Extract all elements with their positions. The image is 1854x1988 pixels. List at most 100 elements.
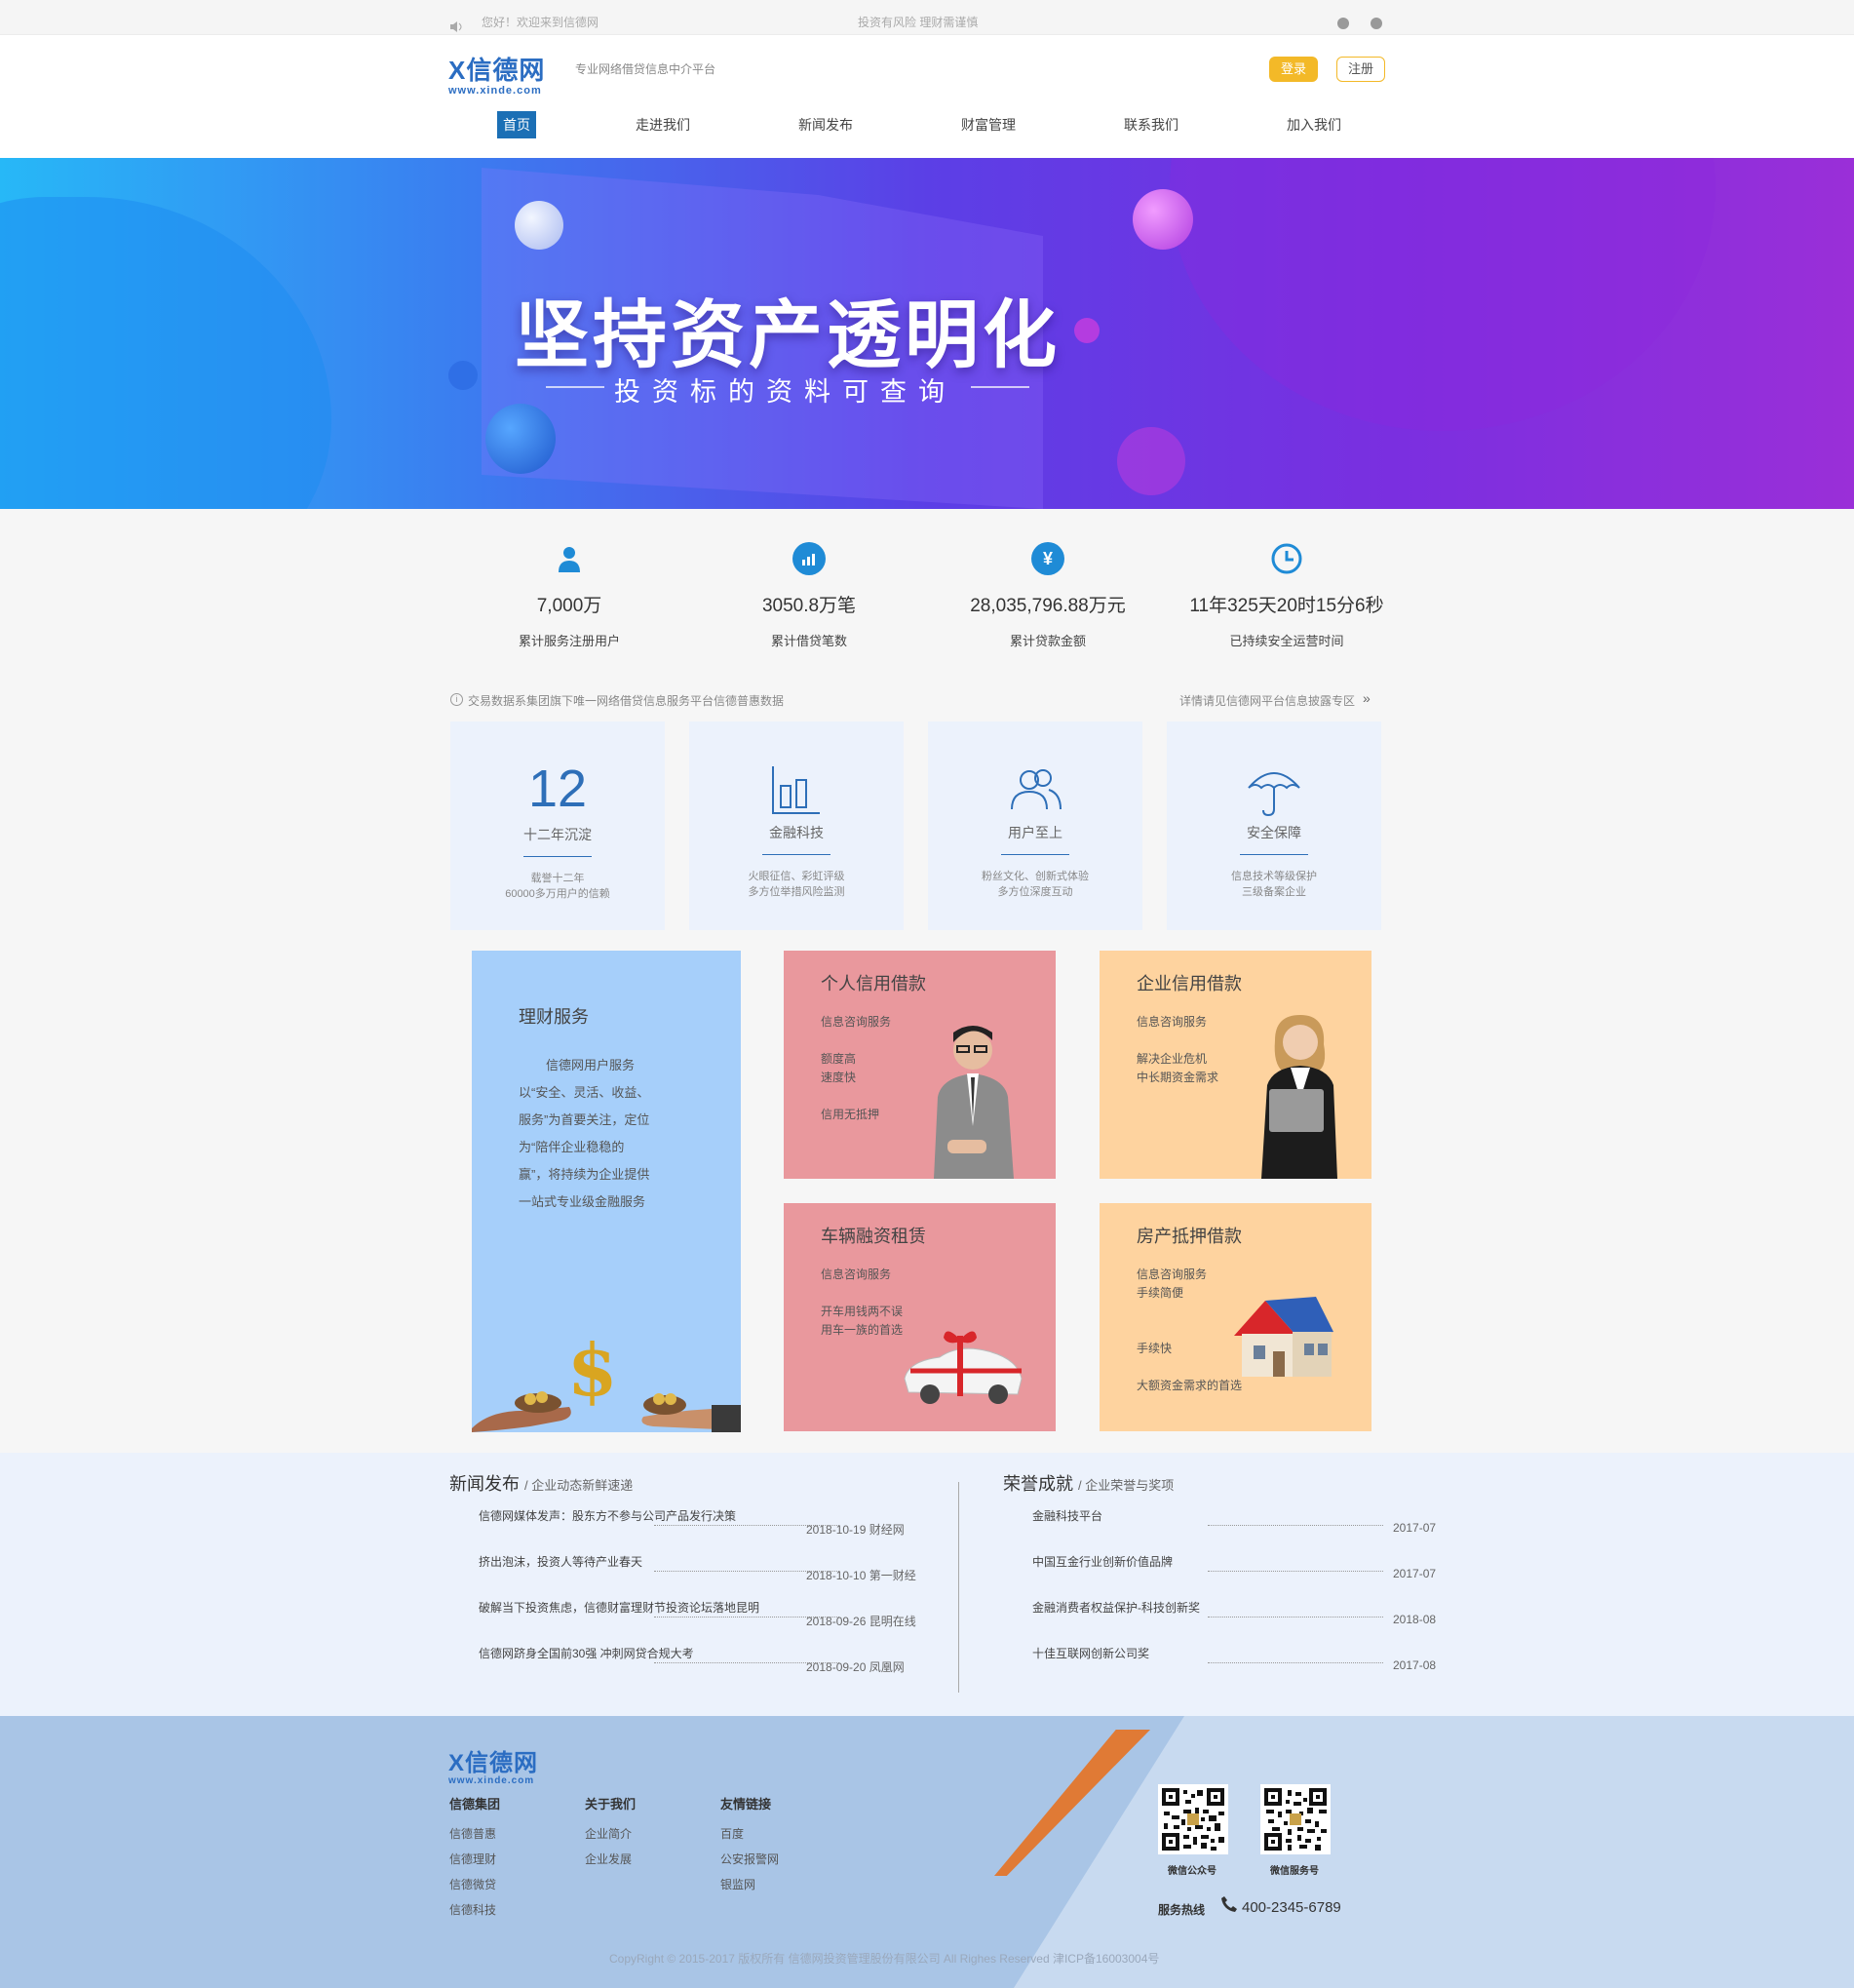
footer-link[interactable]: 信德理财 (449, 1851, 496, 1867)
honors-heading: 荣誉成就 / 企业荣誉与奖项 (1003, 1474, 1175, 1494)
svg-text:$: $ (567, 1341, 618, 1413)
nav-news[interactable]: 新闻发布 (798, 111, 853, 138)
honor-title[interactable]: 十佳互联网创新公司奖 (1032, 1645, 1149, 1661)
news-title[interactable]: 破解当下投资焦虑，信德财富理财节投资论坛落地昆明 (479, 1599, 759, 1616)
service-enterprise-loan[interactable]: 企业信用借款 信息咨询服务 解决企业危机 中长期资金需求 (1100, 951, 1371, 1179)
stat-value: 3050.8万笔 (761, 596, 857, 616)
service-personal-loan[interactable]: 个人信用借款 信息咨询服务 额度高 速度快 信用无抵押 (784, 951, 1056, 1179)
info-icon: i (450, 693, 463, 706)
news-item[interactable]: 挤出泡沫，投资人等待产业春天 2018-10-10 第一财经 (449, 1553, 916, 1592)
footer-link[interactable]: 信德微贷 (449, 1876, 496, 1892)
service-line: 手续简便 (1137, 1286, 1184, 1300)
speaker-icon (450, 19, 464, 32)
news-item[interactable]: 破解当下投资焦虑，信德财富理财节投资论坛落地昆明 2018-09-26 昆明在线 (449, 1599, 916, 1638)
hotline-label: 服务热线 (1158, 1903, 1206, 1917)
stat-value: 28,035,796.88万元 (970, 596, 1126, 616)
businessman-illustration (920, 1019, 1037, 1179)
gift-car-illustration (901, 1328, 1027, 1412)
news-meta: 2018-09-20 凤凰网 (806, 1660, 905, 1674)
footer-link[interactable]: 信德普惠 (449, 1825, 496, 1842)
bar-chart-icon (769, 764, 824, 817)
stat-value: 7,000万 (536, 596, 602, 616)
footer-link[interactable]: 企业发展 (585, 1851, 632, 1867)
banner-shape (1170, 158, 1716, 431)
double-chevron-icon[interactable]: » (1363, 690, 1371, 706)
disclosure-link[interactable]: 详情请见信德网平台信息披露专区 (1179, 692, 1355, 709)
service-line: 速度快 (821, 1071, 857, 1084)
service-vehicle-lease[interactable]: 车辆融资租赁 信息咨询服务 开车用钱两不误 用车一族的首选 (784, 1203, 1056, 1431)
footer-link[interactable]: 企业简介 (585, 1825, 632, 1842)
logo-url: www.xinde.com (448, 85, 542, 97)
service-desc: 信德网用户服务 以“安全、灵活、收益、 服务”为首要关注，定位 为“陪伴企业稳稳… (519, 1058, 650, 1209)
banner-bubble (485, 404, 556, 474)
users-icon (1008, 764, 1062, 817)
feature-experience: 12 十二年沉淀 载誉十二年 60000多万用户的信赖 (450, 721, 665, 930)
news-meta: 2018-09-26 昆明在线 (806, 1615, 916, 1628)
footer-link[interactable]: 信德科技 (449, 1901, 496, 1918)
qr-caption: 微信服务号 (1270, 1866, 1319, 1877)
news-title[interactable]: 信德网跻身全国前30强 冲刺网贷合规大考 (479, 1645, 694, 1661)
login-button[interactable]: 登录 (1269, 57, 1318, 82)
news-item[interactable]: 信德网跻身全国前30强 冲刺网贷合规大考 2018-09-20 凤凰网 (449, 1645, 905, 1684)
dotted-leader (1208, 1662, 1383, 1663)
stat-uptime: 11年325天20时15分6秒 已持续安全运营时间 (1179, 542, 1394, 649)
banner-title: 坚持资产透明化 (515, 292, 1061, 378)
service-line: 信息咨询服务 (1137, 1015, 1208, 1029)
honor-date: 2017-07 (1393, 1567, 1437, 1580)
news-heading: 新闻发布 / 企业动态新鲜速递 (449, 1474, 634, 1494)
news-title[interactable]: 挤出泡沫，投资人等待产业春天 (479, 1553, 642, 1570)
news-meta: 2018-10-19 财经网 (806, 1523, 905, 1537)
weibo-icon[interactable] (1337, 18, 1349, 29)
umbrella-icon (1247, 764, 1301, 817)
qr-code-icon (1260, 1784, 1331, 1854)
banner-subtitle: 投资标的资料可查询 (614, 377, 956, 407)
nav-wealth[interactable]: 财富管理 (961, 111, 1016, 138)
feature-desc: 火眼征信、彩虹评级 多方位举措风险监测 (748, 871, 845, 898)
banner-bubble (515, 201, 563, 250)
news-title[interactable]: 信德网媒体发声：股东方不参与公司产品发行决策 (479, 1507, 736, 1524)
service-wealth[interactable]: 理财服务 信德网用户服务 以“安全、灵活、收益、 服务”为首要关注，定位 为“陪… (472, 951, 741, 1432)
banner-bubble (1133, 189, 1193, 250)
banner-shape (0, 197, 331, 509)
service-line: 中长期资金需求 (1137, 1071, 1219, 1084)
info-text: 交易数据系集团旗下唯一网络借贷信息服务平台信德普惠数据 (468, 694, 785, 708)
honor-item[interactable]: 金融消费者权益保护-科技创新奖 2018-08 (1003, 1599, 1451, 1638)
footer-logo[interactable]: X信德网 www.xinde.com (448, 1743, 538, 1786)
footer-link[interactable]: 银监网 (720, 1876, 755, 1892)
honor-title[interactable]: 金融消费者权益保护-科技创新奖 (1032, 1599, 1200, 1616)
hero-banner[interactable]: 坚持资产透明化 投资标的资料可查询 (0, 158, 1854, 509)
feature-title: 安全保障 (1247, 825, 1301, 840)
clock-icon (1270, 542, 1303, 575)
nav-about[interactable]: 走进我们 (636, 111, 690, 138)
hotline-number[interactable]: 400-2345-6789 (1242, 1899, 1341, 1916)
header: X信德网 www.xinde.com 专业网络借贷信息中介平台 登录 注册 首页… (0, 35, 1854, 158)
footer-col-title: 友情链接 (720, 1797, 772, 1812)
service-line: 信息咨询服务 (821, 1015, 892, 1029)
honor-item[interactable]: 十佳互联网创新公司奖 2017-08 (1003, 1645, 1451, 1684)
honor-title[interactable]: 中国互金行业创新价值品牌 (1032, 1553, 1173, 1570)
service-title: 企业信用借款 (1137, 974, 1242, 994)
service-house-mortgage[interactable]: 房产抵押借款 信息咨询服务 手续简便 手续快 大额资金需求的首选 (1100, 1203, 1371, 1431)
banner-bubble (1117, 427, 1185, 495)
honor-item[interactable]: 中国互金行业创新价值品牌 2017-07 (1003, 1553, 1451, 1592)
honor-title[interactable]: 金融科技平台 (1032, 1507, 1102, 1524)
feature-rule (523, 856, 592, 857)
footer-link[interactable]: 百度 (720, 1825, 744, 1842)
register-button[interactable]: 注册 (1336, 57, 1385, 82)
news-item[interactable]: 信德网媒体发声：股东方不参与公司产品发行决策 2018-10-19 财经网 (449, 1507, 905, 1546)
feature-title: 金融科技 (769, 825, 824, 840)
nav-home[interactable]: 首页 (497, 111, 536, 138)
footer (0, 1716, 1854, 1988)
footer-link[interactable]: 公安报警网 (720, 1851, 779, 1867)
stat-label: 累计服务注册用户 (518, 634, 620, 648)
site-logo[interactable]: X信德网 www.xinde.com (448, 51, 545, 97)
honor-item[interactable]: 金融科技平台 2017-07 (1003, 1507, 1451, 1546)
footer-col-title: 信德集团 (449, 1797, 501, 1812)
nav-join[interactable]: 加入我们 (1287, 111, 1341, 138)
house-illustration (1226, 1295, 1339, 1383)
service-title: 个人信用借款 (821, 974, 926, 994)
nav-contact[interactable]: 联系我们 (1124, 111, 1178, 138)
service-line: 信用无抵押 (821, 1108, 880, 1121)
service-line: 用车一族的首选 (821, 1323, 904, 1337)
wechat-icon[interactable] (1371, 18, 1382, 29)
